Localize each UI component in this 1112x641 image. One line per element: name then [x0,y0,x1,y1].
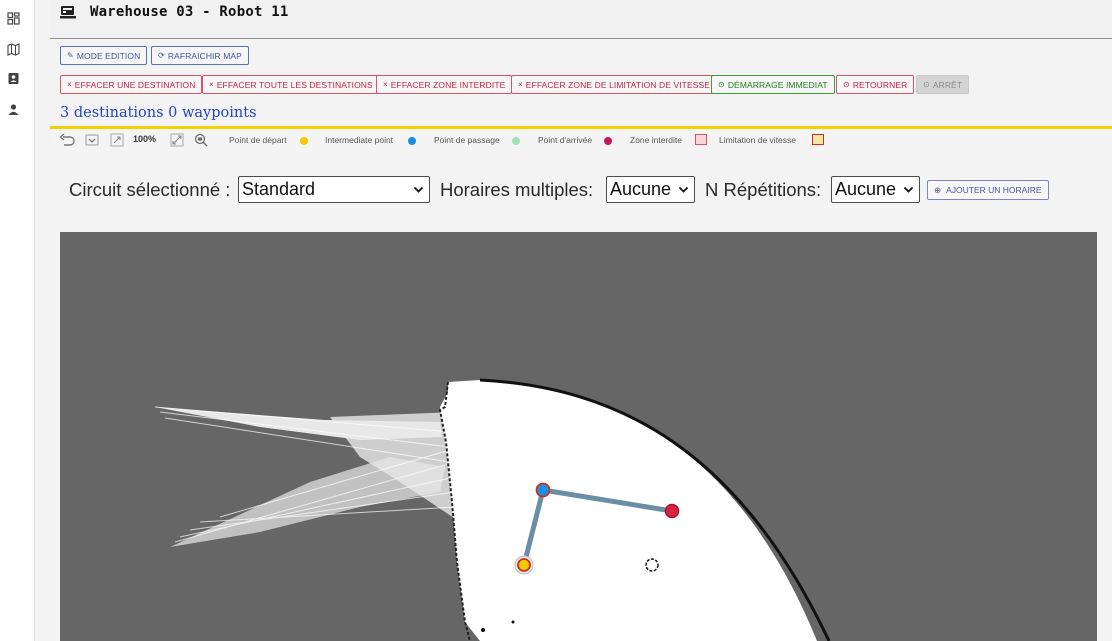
arret-button[interactable]: ⊙ ARRÊT [916,75,970,94]
laser-scan-area [155,407,460,547]
chevron-down-icon [678,186,689,193]
effacer-zone-interdite-button[interactable]: × EFFACER ZONE INTERDITE [376,75,513,94]
center-icon[interactable] [85,133,99,147]
user-icon [8,103,18,115]
demarrage-immediat-button[interactable]: ⊙ DÉMARRAGE IMMEDIAT [711,75,835,94]
circuit-label: Circuit sélectionné : [69,179,231,200]
legend-swatch-arrivee [604,137,612,145]
legend-label-passage: Point de passage [434,135,500,145]
header: Warehouse 03 - Robot 11 [50,0,1112,39]
retourner-button[interactable]: ⊙ RETOURNER [836,75,915,94]
robot-locate-icon[interactable] [194,133,208,147]
robot-icon [60,6,76,19]
start-point[interactable] [517,558,531,572]
legend-swatch-zone-interdite [695,134,707,145]
close-icon: × [518,80,523,89]
refresh-icon: ⟳ [158,51,165,60]
repetitions-select[interactable]: Aucune [831,176,920,203]
zoom-out-icon[interactable] [110,133,124,147]
circuit-panel: Circuit sélectionné : Standard Horaires … [50,166,1112,641]
sidebar-item-user[interactable] [5,101,21,117]
repetitions-label: N Répétitions: [705,179,822,200]
chevron-down-icon [903,186,914,193]
rafraichir-map-button[interactable]: ⟳ RAFRAICHIR MAP [151,46,249,65]
contacts-icon [8,72,18,84]
edit-icon: ✎ [67,51,74,60]
circuit-select[interactable]: Standard [238,176,430,203]
explored-area [440,380,817,641]
legend-swatch-limitation [812,134,824,145]
add-circle-icon: ⊕ [934,184,942,195]
effacer-zone-vitesse-button[interactable]: × EFFACER ZONE DE LIMITATION DE VITESSE [511,75,718,94]
stop-icon: ⊙ [923,80,930,89]
map-icon [6,42,20,56]
legend-label-zone-interdite: Zone interdite [630,135,682,145]
legend-swatch-depart [300,137,308,145]
sidebar [0,0,35,641]
close-icon: × [209,80,214,89]
horaires-label: Horaires multiples: [440,179,594,200]
close-icon: × [383,80,388,89]
play-circle-icon: ⊙ [718,80,725,89]
obstacle-speck [481,628,485,632]
robot-map[interactable] [60,232,1097,641]
effacer-destination-button[interactable]: × EFFACER UNE DESTINATION [60,75,203,94]
end-point[interactable] [664,503,680,519]
undo-icon[interactable] [59,133,76,147]
mode-edition-button[interactable]: ✎ MODE EDITION [60,46,148,65]
return-icon: ⊙ [843,80,850,89]
legend-label-depart: Point de départ [229,135,287,145]
occupancy-grid[interactable] [60,232,1097,641]
intermediate-point[interactable] [535,482,551,498]
close-icon: × [67,80,72,89]
effacer-toutes-destinations-button[interactable]: × EFFACER TOUTE LES DESTINATIONS [202,75,380,94]
page-title: Warehouse 03 - Robot 11 [90,4,289,20]
obstacle-speck [511,620,515,624]
horaires-select[interactable]: Aucune [606,176,695,203]
zoom-level: 100% [133,134,157,144]
sidebar-item-dashboard[interactable] [5,10,21,26]
legend-swatch-passage [512,137,520,145]
dashboard-icon [6,11,20,25]
zoom-in-icon[interactable] [170,133,184,147]
ajouter-horaire-button[interactable]: ⊕ AJOUTER UN HORAIRE [927,180,1049,200]
chevron-down-icon [413,186,424,193]
map-toolbar: 100% Point de départ Intermediate point … [50,129,1112,151]
legend-label-limitation: Limitation de vitesse [719,135,797,145]
sidebar-item-contacts[interactable] [5,70,21,86]
legend-label-intermediate: Intermediate point [325,135,394,145]
main-content: Warehouse 03 - Robot 11 ✎ MODE EDITION ⟳ R… [50,0,1112,641]
destinations-summary: 3 destinations 0 waypoints [60,105,257,121]
sidebar-item-map[interactable] [5,41,21,57]
legend-label-arrivee: Point d'arrivée [538,135,593,145]
legend-swatch-intermediate [408,137,416,145]
